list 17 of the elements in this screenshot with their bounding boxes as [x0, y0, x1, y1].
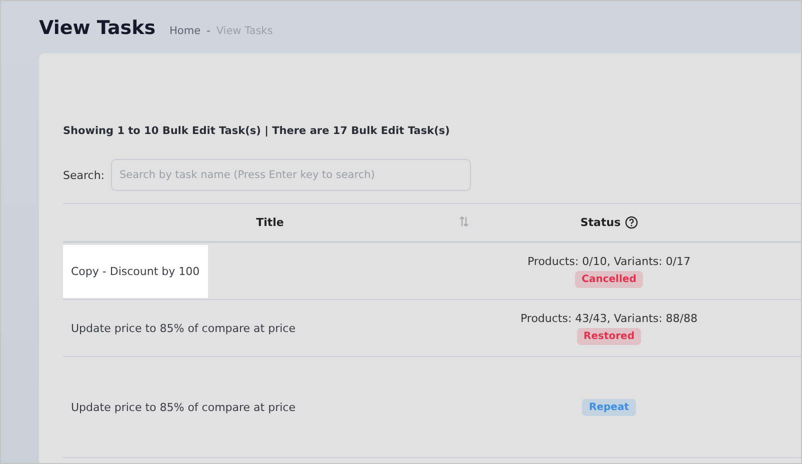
status-badge: Cancelled [574, 270, 644, 288]
search-field[interactable]: Search by task name (Press Enter key to search) [110, 159, 470, 191]
task-title: Update price to 85% of compare at price [70, 400, 296, 416]
summary-text: Showing 1 to 10 Bulk Edit Task(s) | There are 17 Bulk Edit Task(s) [63, 125, 451, 137]
search-label: Search: [63, 168, 104, 182]
progress-text: Products: 43/43, Variants: 88/88 [520, 312, 698, 324]
column-header[interactable]: Title [63, 204, 477, 242]
progress-text: Products: 0/10, Variants: 0/17 [527, 254, 691, 268]
task-title: Copy - Discount by 100 [63, 244, 208, 298]
status-badge: Restored [576, 328, 642, 344]
status-badge: Repeat [582, 398, 636, 416]
column-header[interactable]: Status [477, 204, 741, 242]
breadcrumb-link[interactable]: Home [170, 25, 201, 37]
breadcrumb-separator: - [206, 25, 210, 37]
help-icon[interactable] [624, 216, 638, 229]
task-title: Update price to 85% of compare at price [70, 320, 296, 336]
page-title: View Tasks [39, 17, 156, 39]
